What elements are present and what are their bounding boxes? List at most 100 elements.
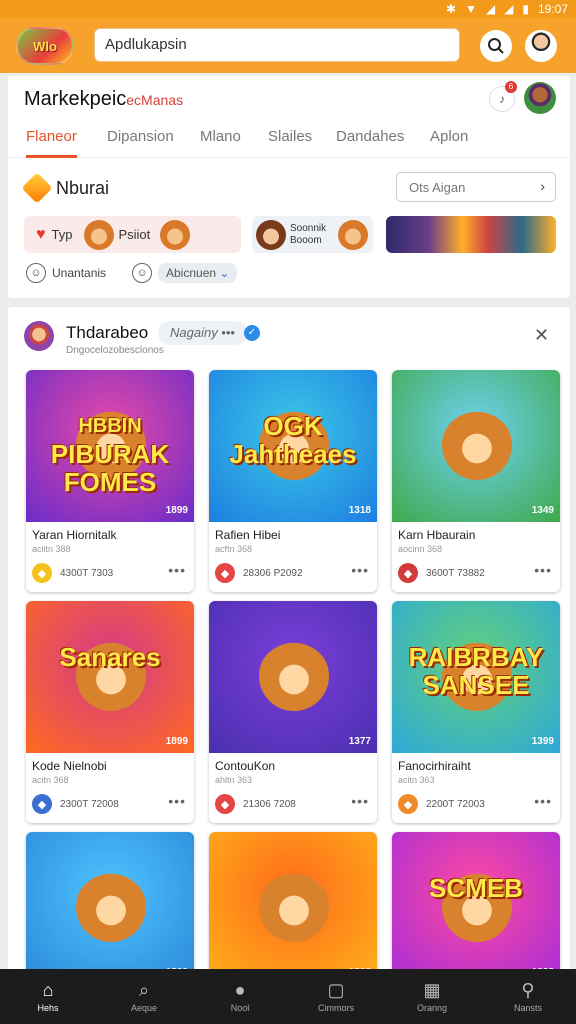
game-art-text: RAIBRBAY SANSEE (408, 642, 544, 700)
nav-label: Cimmors (318, 1003, 354, 1013)
tab-mlano[interactable]: Mlano (200, 116, 241, 158)
game-name: Kode Nielnobi (32, 759, 107, 773)
profile-avatar[interactable] (524, 82, 556, 114)
search-button[interactable] (480, 30, 512, 62)
game-art-top: HBBIN (78, 415, 142, 437)
smile-icon: ☺ (132, 263, 152, 283)
game-name: Fanocirhiraiht (398, 759, 471, 773)
game-art: HBBIN PIBURAK FOMES 1899 (26, 370, 194, 522)
nav-card[interactable]: ▢ Cimmors (288, 969, 384, 1024)
game-meta-text: 28306 P2092 (243, 567, 303, 579)
game-badge: 1349 (531, 505, 554, 516)
tab-dandahes[interactable]: Dandahes (336, 116, 404, 158)
game-badge: 1318 (348, 505, 371, 516)
close-icon[interactable]: ✕ (534, 325, 549, 346)
more-icon[interactable]: ••• (351, 793, 369, 809)
nav-label: Oranng (416, 1003, 448, 1013)
category-chip-banner[interactable] (386, 216, 556, 253)
chip-label: Psiiot (118, 227, 151, 242)
game-art: Sanares 1899 (26, 601, 194, 753)
filter-option-a[interactable]: ☺ Unantanis (26, 263, 106, 283)
nav-grid[interactable]: ▦ Oranng (384, 969, 480, 1024)
game-card[interactable]: 1349 Karn Hbaurain aocinn 368 ◆ 3600T 73882 •… (392, 370, 560, 592)
feed-pill[interactable]: Nagainy ••• (158, 321, 247, 345)
nav-label: Nool (230, 1003, 250, 1013)
signal-icon: ◢ (504, 2, 514, 16)
more-icon[interactable]: ••• (168, 793, 186, 809)
game-art: RAIBRBAY SANSEE 1399 (392, 601, 560, 753)
game-art-text: PIBURAK FOMES (50, 439, 170, 497)
diamond-icon (21, 172, 53, 204)
status-bar: ✱ ▼ ◢ ◢ ▮ 19:07 (0, 0, 576, 18)
category-chip-typ[interactable]: ♥ Typ Psiiot (24, 216, 241, 253)
game-sub: ahltn 363 (215, 775, 253, 785)
battery-icon: ▮ (522, 2, 529, 16)
game-name: Rafien Hibei (215, 528, 281, 542)
tab-dipansion[interactable]: Dipansion (107, 116, 174, 158)
signal-icon: ◢ (485, 2, 496, 16)
bear-icon (160, 219, 191, 250)
nav-person-search[interactable]: ⚲ Nansts (480, 969, 576, 1024)
tab-slailes[interactable]: Slailes (268, 116, 312, 158)
search-input[interactable]: Apdlukapsin (94, 28, 460, 62)
more-icon[interactable]: ••• (534, 562, 552, 578)
game-card[interactable]: OGK Jahtheaes 1318 Rafien Hibei acftn 368 ◆ 2… (209, 370, 377, 592)
game-card[interactable]: Sanares 1899 Kode Nielnobi acitn 368 ◆ 2300T … (26, 601, 194, 823)
user-avatar[interactable] (525, 30, 557, 62)
game-card[interactable]: RAIBRBAY SANSEE 1399 Fanocirhiraiht acitn 3… (392, 601, 560, 823)
filter-dropdown[interactable]: Ots Aigan › (396, 172, 556, 202)
search-icon: ⌕ (138, 980, 150, 1000)
feed-subtitle: Dngocelozobesclonos (66, 345, 164, 356)
card-icon: ▢ (327, 980, 345, 1000)
more-icon[interactable]: ••• (534, 793, 552, 809)
game-badge: 1399 (531, 736, 554, 747)
game-meta-text: 4300T 7303 (60, 567, 114, 579)
mascot-art (259, 872, 329, 942)
game-meta-text: 2200T 72003 (426, 798, 485, 810)
coin-icon: ◆ (32, 794, 52, 814)
nav-search[interactable]: ⌕ Aeque (96, 969, 192, 1024)
game-card[interactable]: 1318◆••• (209, 832, 377, 987)
game-meta: ◆ 2200T 72003 (398, 794, 485, 814)
game-badge: 1899 (165, 505, 188, 516)
category-chip-boom[interactable]: Soonnik Booom (252, 216, 373, 253)
feed-card: Thdarabeo Nagainy ••• ✓ Dngocelozobesclo… (8, 307, 570, 987)
mascot-art (259, 641, 329, 711)
game-art-title: SCMEB (400, 874, 552, 902)
home-icon: ⌂ (42, 980, 54, 1000)
nav-circle[interactable]: ● Nool (192, 969, 288, 1024)
smile-icon: ☺ (26, 263, 46, 283)
game-art-title: RAIBRBAY SANSEE (400, 643, 552, 699)
feed-avatar[interactable] (24, 321, 54, 351)
person-search-icon: ⚲ (521, 980, 535, 1000)
tab-flaneor[interactable]: Flaneor (26, 116, 77, 158)
game-meta: ◆ 3600T 73882 (398, 563, 485, 583)
nav-label: Aeque (130, 1003, 158, 1013)
game-card[interactable]: 1377 ContouKon ahltn 363 ◆ 21306 7208 ••• (209, 601, 377, 823)
more-icon[interactable]: ••• (351, 562, 369, 578)
chip-label: Typ (51, 227, 73, 242)
game-card[interactable]: 1899◆••• (26, 832, 194, 987)
nav-home[interactable]: ⌂ Hehs (0, 969, 96, 1024)
heart-icon: ♥ (36, 225, 46, 243)
game-art-title: OGK Jahtheaes (217, 412, 369, 468)
section-title: Nburai (56, 178, 110, 198)
app-logo[interactable]: Wlo (16, 27, 74, 65)
game-card[interactable]: SCMEB1898◆••• (392, 832, 560, 987)
game-sub: acftn 368 (215, 544, 253, 554)
grid-icon: ▦ (423, 980, 441, 1000)
game-card[interactable]: HBBIN PIBURAK FOMES 1899 Yaran Hiornitalk ac… (26, 370, 194, 592)
bear-icon (338, 219, 368, 250)
game-art-text: Sanares (59, 642, 161, 672)
game-meta: ◆ 28306 P2092 (215, 563, 303, 583)
game-art: SCMEB1898 (392, 832, 560, 984)
tab-aplon[interactable]: Aplon (430, 116, 468, 158)
filter-pill: Abicnuen ⌄ (158, 263, 238, 283)
filter-option-b[interactable]: ☺ Abicnuen ⌄ (132, 263, 238, 283)
more-icon[interactable]: ••• (168, 562, 186, 578)
game-badge: 1899 (165, 736, 188, 747)
bottom-nav: ⌂ Hehs ⌕ Aeque ● Nool ▢ Cimmors ▦ Oranng ⚲ Nan… (0, 969, 576, 1024)
game-sub: acitn 363 (398, 775, 435, 785)
bell-icon: ♪ (499, 92, 505, 106)
game-meta: ◆ 4300T 7303 (32, 563, 113, 583)
